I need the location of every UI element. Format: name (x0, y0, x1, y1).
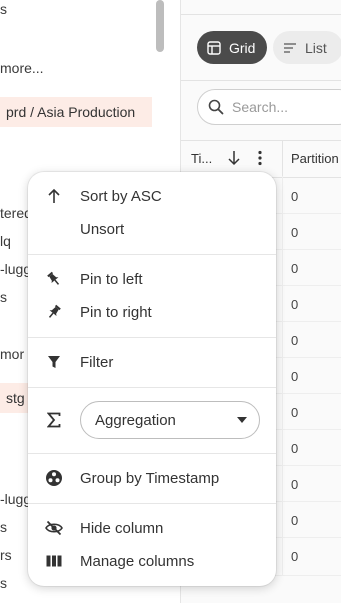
sidebar-more-link[interactable]: more... (0, 60, 44, 76)
list-view-button[interactable]: List (273, 31, 341, 64)
env-row-prd[interactable]: prd / Asia Production (0, 97, 152, 127)
menu-item-group-by[interactable]: Group by Timestamp (28, 463, 276, 493)
sidebar-row[interactable]: s (0, 1, 7, 17)
sidebar-row[interactable]: lq (0, 233, 11, 249)
sidebar-row[interactable]: -lugg (0, 261, 31, 277)
menu-item-label: Pin to left (80, 270, 143, 288)
aggregation-select-value: Aggregation (95, 411, 176, 429)
partition-cell: 0 (291, 297, 299, 312)
menu-item-sort-asc[interactable]: Sort by ASC (28, 181, 276, 211)
search-input[interactable]: Search... (197, 89, 341, 125)
partition-cell: 0 (291, 225, 299, 240)
sort-down-arrow-icon[interactable] (227, 150, 241, 166)
menu-item-pin-left[interactable]: Pin to left (28, 264, 276, 294)
menu-item-manage-columns[interactable]: Manage columns (28, 546, 276, 576)
chevron-down-icon (237, 417, 247, 423)
env-row-label: stg (6, 390, 25, 406)
column-header-partition[interactable]: Partition (291, 151, 339, 166)
env-row-label: prd / Asia Production (6, 104, 136, 120)
eye-off-icon (44, 518, 64, 538)
grid-view-label: Grid (229, 39, 256, 56)
sidebar-more-link[interactable]: mor (0, 346, 24, 362)
search-icon (208, 99, 224, 115)
menu-item-label: Manage columns (80, 552, 195, 570)
menu-item-label: Group by Timestamp (80, 469, 220, 487)
partition-cell: 0 (291, 369, 299, 384)
partition-cell: 0 (291, 513, 299, 528)
partition-cell: 0 (291, 189, 299, 204)
partition-cell: 0 (291, 549, 299, 564)
menu-divider (28, 387, 276, 388)
column-header-time[interactable]: Ti... (191, 151, 212, 166)
menu-item-unsort[interactable]: Unsort (28, 214, 276, 244)
aggregation-select[interactable]: Aggregation (80, 401, 260, 439)
column-separator (282, 176, 283, 576)
partition-cell: 0 (291, 441, 299, 456)
partition-cell: 0 (291, 477, 299, 492)
sidebar-row[interactable]: rs (0, 547, 12, 563)
list-icon (284, 42, 296, 53)
search-placeholder: Search... (232, 99, 289, 115)
partition-cell: 0 (291, 405, 299, 420)
sigma-icon (44, 410, 64, 430)
list-view-label: List (305, 39, 327, 56)
menu-item-pin-right[interactable]: Pin to right (28, 297, 276, 327)
menu-item-label: Hide column (80, 519, 164, 537)
menu-item-hide-column[interactable]: Hide column (28, 513, 276, 543)
top-divider (181, 14, 341, 15)
view-columns-icon (44, 551, 64, 571)
filter-funnel-icon (44, 352, 64, 372)
menu-item-filter[interactable]: Filter (28, 347, 276, 377)
menu-divider (28, 254, 276, 255)
menu-item-label: Pin to right (80, 303, 152, 321)
toolbar-divider (181, 80, 341, 81)
menu-item-label: Filter (80, 353, 114, 371)
sidebar-row[interactable]: -lugg (0, 491, 31, 507)
group-workspaces-icon (44, 468, 64, 488)
partition-cell: 0 (291, 261, 299, 276)
grid-icon (207, 40, 221, 55)
menu-divider (28, 337, 276, 338)
sidebar-scrollbar[interactable] (156, 0, 164, 52)
grid-view-button[interactable]: Grid (197, 31, 267, 64)
menu-divider (28, 503, 276, 504)
column-context-menu: Sort by ASC Unsort Pin to left Pin to ri… (28, 172, 276, 586)
sidebar-row[interactable]: s (0, 289, 7, 305)
pin-right-icon (44, 302, 64, 322)
arrow-up-icon (44, 186, 64, 206)
menu-divider (28, 453, 276, 454)
header-column-separator (282, 141, 283, 177)
sidebar-row[interactable]: s (0, 575, 7, 591)
pin-left-icon (44, 269, 64, 289)
sidebar-row[interactable]: s (0, 519, 7, 535)
column-menu-kebab-icon[interactable] (257, 150, 263, 166)
menu-item-label: Unsort (80, 220, 125, 238)
partition-cell: 0 (291, 333, 299, 348)
menu-item-label: Sort by ASC (80, 187, 162, 205)
